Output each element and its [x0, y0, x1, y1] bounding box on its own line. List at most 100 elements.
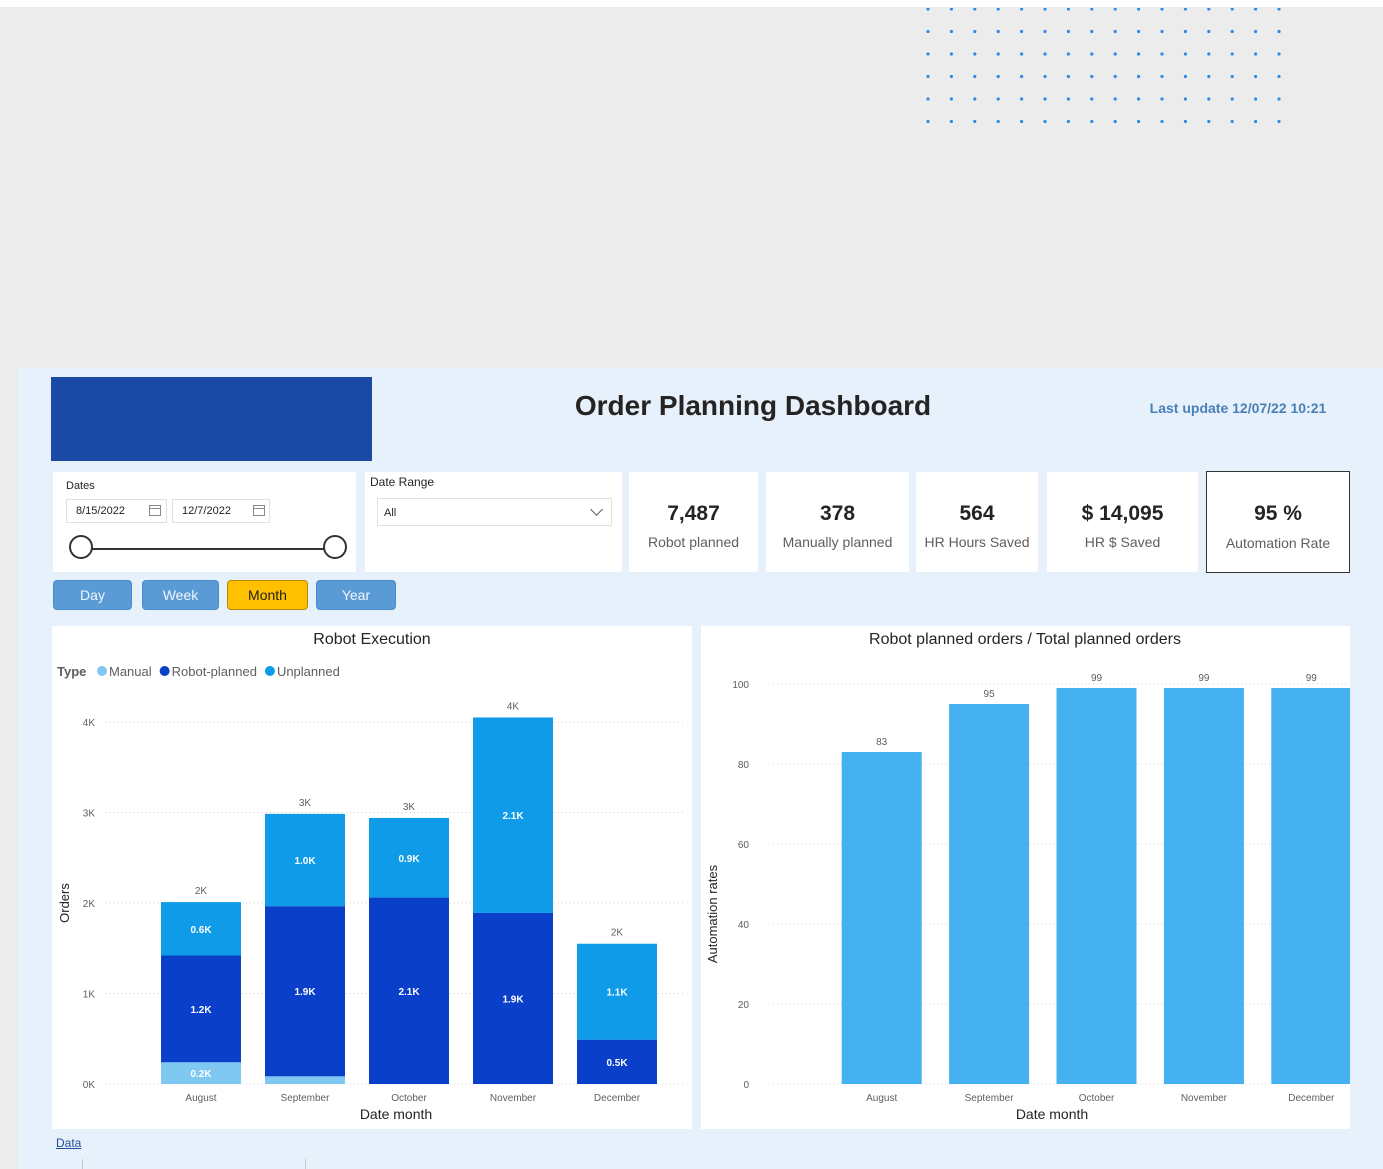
decorative-dot [1254, 29, 1258, 34]
legend-marker [159, 666, 170, 676]
decorative-dot [1113, 97, 1117, 101]
x-tick-label: December [594, 1093, 641, 1104]
data-label: 1.2K [190, 1005, 212, 1016]
data-label: 0.2K [190, 1069, 212, 1080]
decorative-dot [1160, 29, 1164, 34]
chevron-down-icon[interactable] [590, 503, 603, 516]
date-range-dropdown[interactable]: All [377, 498, 612, 526]
x-axis-label: Date month [360, 1106, 432, 1122]
decorative-dot [949, 119, 953, 124]
legend-item-label[interactable]: Manual [109, 664, 152, 679]
y-axis-label: Automation rates [705, 864, 720, 963]
chart-legend: Type Manual Robot-planned Unplanned [57, 664, 340, 679]
data-link[interactable]: Data [56, 1136, 81, 1150]
bar[interactable] [1056, 688, 1137, 1084]
total-label: 2K [611, 928, 624, 939]
decorative-dot [1020, 29, 1024, 34]
data-label: 83 [876, 737, 888, 748]
kpi-card-robot-planned: 7,487 Robot planned [629, 472, 758, 572]
dates-label: Dates [66, 480, 95, 492]
decorative-dot [1254, 52, 1258, 56]
kpi-card-automation-rate: 95 % Automation Rate [1206, 471, 1350, 573]
date-slider-start-handle[interactable] [69, 535, 93, 559]
decorative-dot [1020, 52, 1024, 56]
page-title: Order Planning Dashboard [574, 390, 932, 421]
kpi-card-hr-dollars-saved: $ 14,095 HR $ Saved [1047, 472, 1198, 572]
y-tick-label: 4K [83, 718, 96, 729]
kpi-label: Automation Rate [1225, 535, 1331, 551]
legend-item-label[interactable]: Unplanned [277, 664, 340, 679]
decorative-dot [1230, 8, 1234, 11]
calendar-icon[interactable] [149, 505, 161, 516]
start-date-input[interactable]: 8/15/2022 [66, 499, 167, 523]
x-tick-label: October [391, 1093, 427, 1104]
bar[interactable] [841, 752, 922, 1084]
decorative-dot [1020, 97, 1024, 101]
y-axis-label: Orders [57, 883, 72, 923]
decorative-dot [1020, 119, 1024, 124]
bar[interactable] [1271, 688, 1352, 1084]
last-update-text: Last update 12/07/22 10:21 [1149, 400, 1327, 416]
x-tick-label: December [1288, 1093, 1335, 1104]
data-label: 2.1K [502, 811, 524, 822]
year-button[interactable]: Year [316, 580, 396, 610]
decorative-dot [996, 119, 1000, 124]
x-axis-label: Date month [1016, 1106, 1088, 1122]
decorative-dot [1254, 74, 1258, 79]
month-button[interactable]: Month [227, 580, 308, 610]
decorative-dot [949, 74, 953, 79]
kpi-card-hr-hours-saved: 564 HR Hours Saved [916, 472, 1038, 572]
bar-segment[interactable] [265, 1076, 345, 1084]
decorative-dot [926, 97, 930, 101]
data-label: 1.9K [502, 994, 524, 1005]
decorative-dot [1207, 119, 1211, 124]
kpi-card-manually-planned: 378 Manually planned [766, 472, 909, 572]
decorative-dot [1043, 97, 1047, 101]
decorative-dot [996, 74, 1000, 79]
decorative-dot [973, 52, 977, 56]
y-tick-label: 1K [83, 990, 96, 1001]
week-button[interactable]: Week [142, 580, 219, 610]
decorative-dot [1160, 74, 1164, 79]
decorative-dot [1230, 29, 1234, 34]
date-slider-end-handle[interactable] [323, 535, 347, 559]
dashboard-canvas: Order Planning Dashboard Last update 12/… [18, 368, 1383, 1169]
decorative-dot [1090, 74, 1094, 79]
total-label: 3K [299, 798, 312, 809]
decorative-dot [1066, 119, 1070, 124]
decorative-dot [996, 8, 1000, 11]
y-tick-label: 0 [743, 1080, 749, 1091]
decorative-dot [1160, 52, 1164, 56]
start-date-value: 8/15/2022 [76, 505, 125, 517]
decorative-dot [1277, 97, 1281, 101]
x-tick-label: August [185, 1093, 216, 1104]
calendar-icon[interactable] [253, 505, 265, 516]
decorative-dot [973, 119, 977, 124]
date-slider-track[interactable] [83, 548, 333, 550]
end-date-input[interactable]: 12/7/2022 [172, 499, 270, 523]
kpi-label: Manually planned [782, 534, 893, 550]
decorative-dot [1160, 8, 1164, 11]
decorative-dot [1277, 74, 1281, 79]
bar[interactable] [1163, 688, 1244, 1084]
decorative-dot [1113, 8, 1117, 11]
decorative-dot [1183, 8, 1187, 11]
decorative-dot [1020, 74, 1024, 79]
legend-item-label[interactable]: Robot-planned [172, 664, 257, 679]
decorative-dot [1183, 74, 1187, 79]
decorative-dot [1277, 119, 1281, 124]
date-range-value: All [384, 507, 397, 519]
kpi-label: HR Hours Saved [924, 534, 1030, 550]
x-tick-label: November [490, 1093, 537, 1104]
day-button[interactable]: Day [53, 580, 132, 610]
robot-execution-chart-panel: Robot Execution Type Manual Robot-planned Un… [52, 626, 692, 1129]
decorative-dot [1183, 119, 1187, 124]
y-tick-label: 100 [732, 680, 749, 691]
decorative-dot [973, 29, 977, 34]
data-label: 99 [1198, 673, 1210, 684]
decorative-dot [949, 8, 953, 11]
bar[interactable] [949, 704, 1030, 1084]
decorative-dot [1113, 29, 1117, 34]
data-label: 99 [1306, 673, 1318, 684]
x-tick-label: August [866, 1093, 897, 1104]
